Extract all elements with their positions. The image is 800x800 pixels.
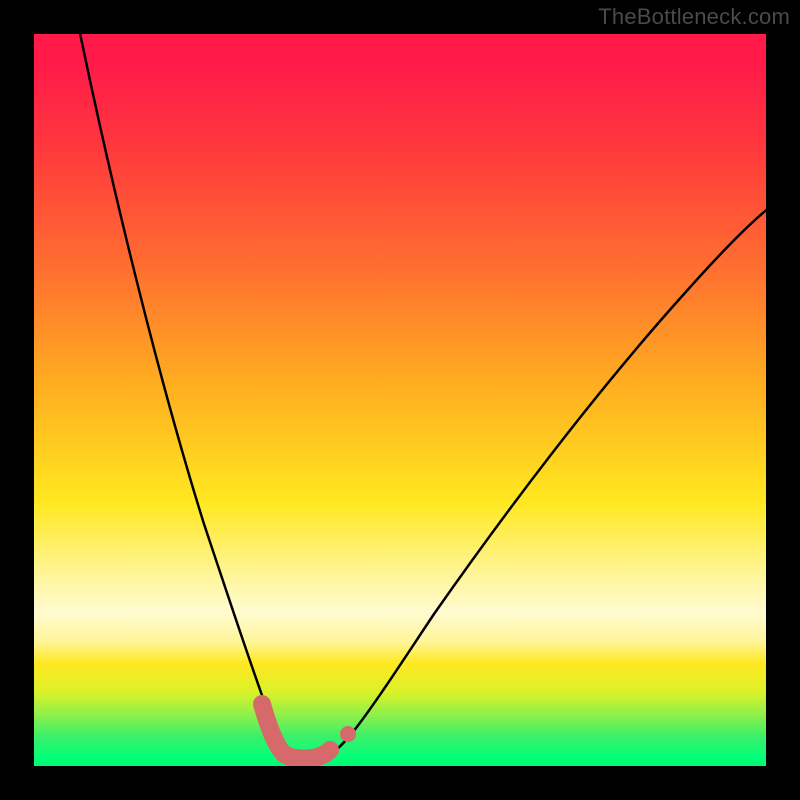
watermark-label: TheBottleneck.com — [598, 4, 790, 30]
curve-layer — [34, 34, 766, 766]
optimal-zone-dot — [340, 726, 356, 742]
curve-left — [72, 34, 296, 757]
chart-frame: TheBottleneck.com — [0, 0, 800, 800]
plot-area — [34, 34, 766, 766]
curve-right — [324, 204, 766, 757]
optimal-zone-highlight — [262, 704, 330, 759]
